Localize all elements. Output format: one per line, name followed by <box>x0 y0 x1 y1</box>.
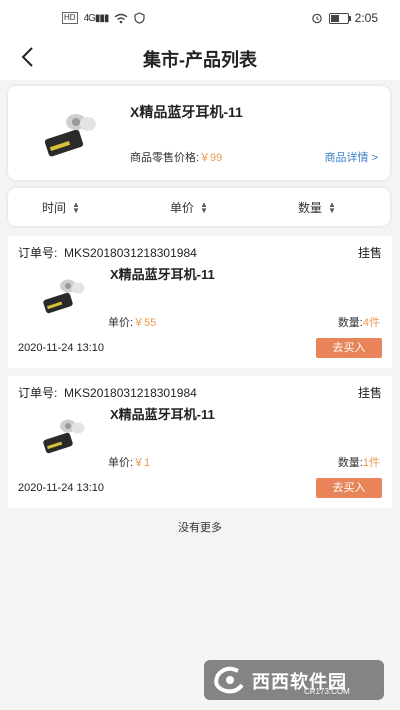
status-bar: HD 4G▮▮▮ 2:05 <box>0 0 400 36</box>
quantity-label: 数量: <box>337 457 363 469</box>
signal-icon: 4G▮▮▮ <box>83 12 110 24</box>
sort-by-price[interactable]: 单价 ▲ ▼ <box>170 199 208 216</box>
order-qty-row: 数量:1件 <box>338 454 380 470</box>
order-date: 2020-11-24 13:10 <box>18 342 105 354</box>
page-title: 集市-产品列表 <box>143 50 257 70</box>
order-number-label: 订单号: <box>18 246 58 260</box>
order-qty-row: 数量:4件 <box>338 314 380 330</box>
unit-price-value: ￥55 <box>133 317 157 329</box>
order-card: 订单号: MKS2018031218301984 挂售 X精品蓝牙耳机-11 单… <box>8 376 392 508</box>
order-number-label: 订单号: <box>18 386 58 400</box>
order-status: 挂售 <box>357 386 382 400</box>
buy-button[interactable]: 去买入 <box>316 478 382 498</box>
watermark-logo-icon <box>214 666 244 694</box>
quantity-value: 4件 <box>362 317 380 329</box>
shield-icon <box>134 12 146 24</box>
product-name: X精品蓝牙耳机-11 <box>130 104 243 120</box>
sort-time-label: 时间 <box>42 201 67 215</box>
price-value: ￥99 <box>199 152 223 164</box>
earphone-product-image <box>44 114 96 157</box>
signal-label: 4G <box>83 12 96 24</box>
order-date: 2020-11-24 13:10 <box>18 482 105 494</box>
watermark-subtext: CR173.COM <box>304 687 350 696</box>
unit-price-label: 单价: <box>108 457 134 469</box>
alarm-icon <box>311 13 322 24</box>
price-label: 商品零售价格: <box>130 152 200 164</box>
sort-arrows-icon: ▲ ▼ <box>328 199 336 215</box>
watermark: 西西软件园 CR173.COM <box>204 660 384 700</box>
status-right: 2:05 <box>311 11 378 25</box>
hd-icon: HD <box>62 12 78 24</box>
order-number: 订单号: MKS2018031218301984 <box>18 244 197 261</box>
status-time: 2:05 <box>354 11 378 25</box>
buy-button[interactable]: 去买入 <box>316 338 382 358</box>
earphone-product-image <box>43 419 85 454</box>
sort-arrows-icon: ▲ ▼ <box>72 199 80 215</box>
order-product-name: X精品蓝牙耳机-11 <box>110 407 215 422</box>
order-number: 订单号: MKS2018031218301984 <box>18 384 197 401</box>
sort-arrows-icon: ▲ ▼ <box>200 199 208 215</box>
order-number-value: MKS2018031218301984 <box>64 386 197 400</box>
order-price-row: 单价:￥1 <box>108 454 150 470</box>
quantity-label: 数量: <box>337 317 363 329</box>
order-status: 挂售 <box>357 246 382 260</box>
no-more-text: 没有更多 <box>178 522 222 534</box>
product-price-row: 商品零售价格:￥99 <box>130 149 222 165</box>
sort-bar: 时间 ▲ ▼ 单价 ▲ ▼ 数量 ▲ ▼ <box>8 188 390 226</box>
status-left: HD 4G▮▮▮ <box>62 12 146 24</box>
order-price-row: 单价:￥55 <box>108 314 156 330</box>
sort-quantity-label: 数量 <box>298 201 323 215</box>
order-number-value: MKS2018031218301984 <box>64 246 197 260</box>
order-product-name: X精品蓝牙耳机-11 <box>110 267 215 282</box>
wifi-icon <box>114 13 128 23</box>
unit-price-value: ￥1 <box>133 457 151 469</box>
quantity-value: 1件 <box>362 457 380 469</box>
product-card: X精品蓝牙耳机-11 商品零售价格:￥99 商品详情 > <box>8 86 390 180</box>
sort-by-time[interactable]: 时间 ▲ ▼ <box>42 199 80 216</box>
sort-price-label: 单价 <box>170 201 195 215</box>
battery-icon <box>328 12 351 24</box>
unit-price-label: 单价: <box>108 317 134 329</box>
product-detail-link[interactable]: 商品详情 > <box>325 149 378 165</box>
earphone-product-image <box>43 279 85 314</box>
order-card: 订单号: MKS2018031218301984 挂售 X精品蓝牙耳机-11 单… <box>8 236 392 368</box>
app-header: 集市-产品列表 <box>0 36 400 80</box>
sort-by-quantity[interactable]: 数量 ▲ ▼ <box>298 199 336 216</box>
